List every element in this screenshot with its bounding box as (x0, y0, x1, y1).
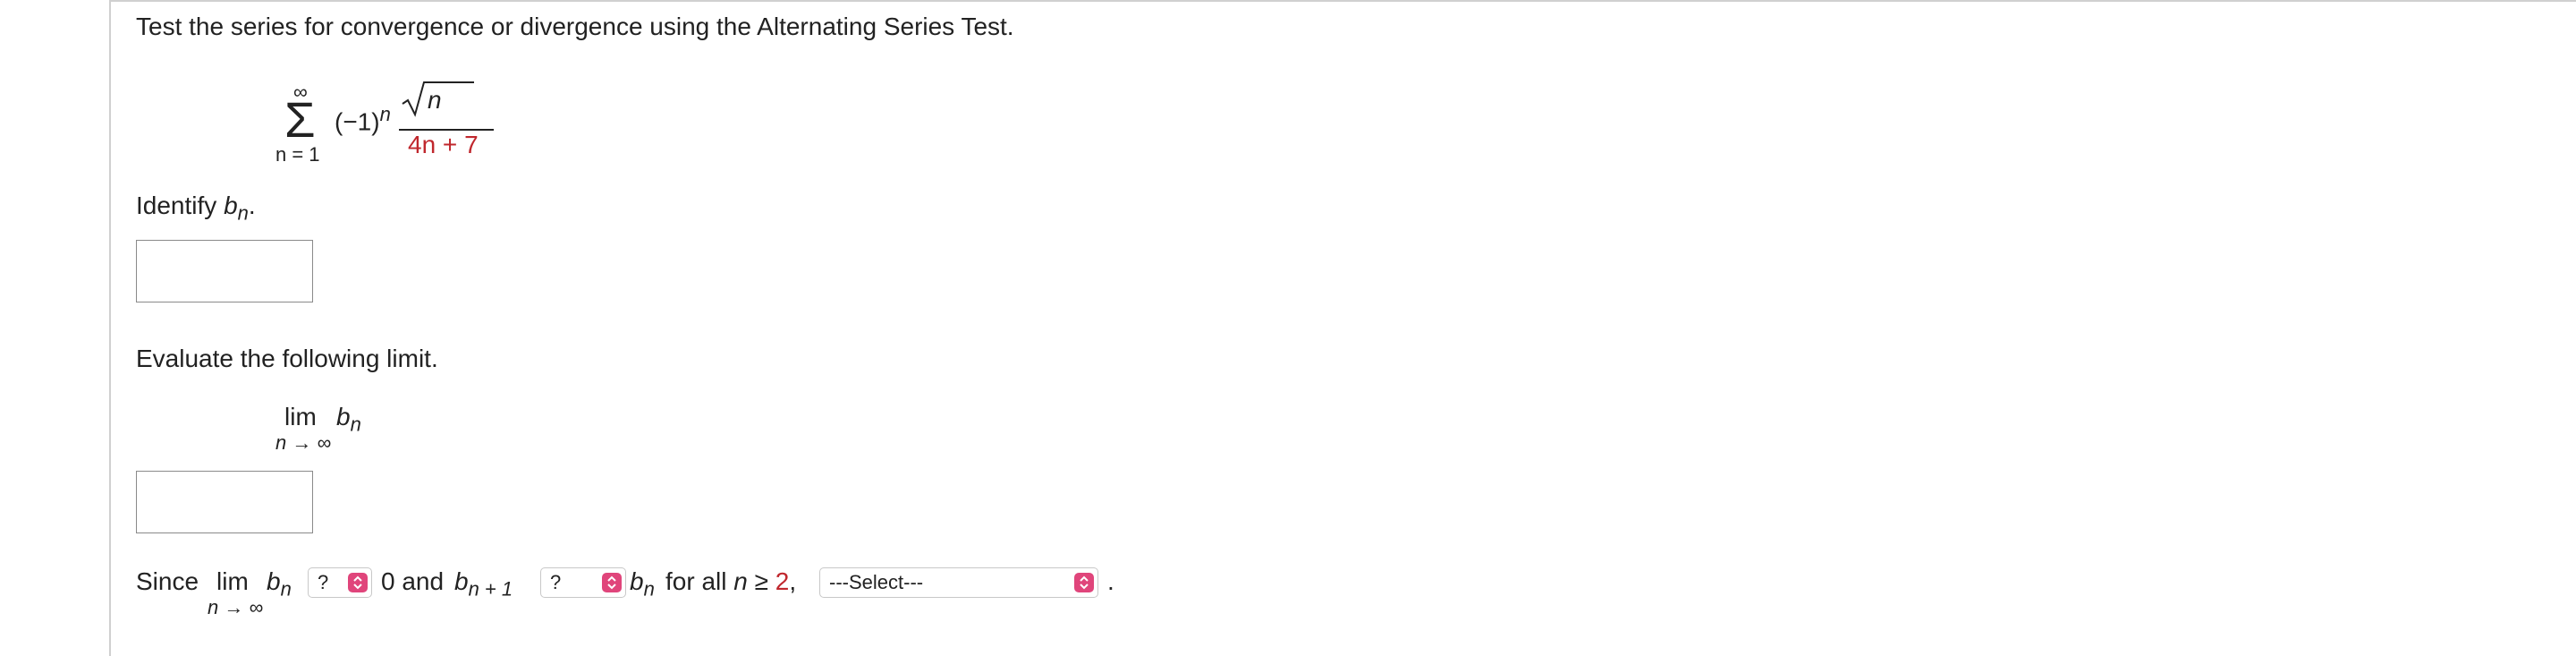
limit-subscript: n → ∞ (275, 431, 332, 454)
alternating-sign: (−1)n (335, 103, 391, 136)
limit-variable: bn (336, 403, 361, 436)
conclusion-select[interactable]: ---Select--- (819, 567, 1098, 598)
relation-select-1[interactable]: ? (308, 567, 372, 598)
sentence-period: . (1107, 567, 1114, 595)
chevron-updown-icon (602, 573, 622, 592)
denominator: 4n + 7 (408, 131, 479, 158)
since-bn: bn (267, 567, 292, 601)
numerator-variable: n (428, 86, 442, 114)
sigma-symbol: Σ (284, 91, 316, 148)
evaluate-prompt: Evaluate the following limit. (136, 345, 438, 372)
since-word: Since (136, 567, 199, 595)
zero-and-text: 0 and (381, 567, 445, 595)
b-n-right: bn (630, 567, 655, 601)
chevron-updown-icon (348, 573, 368, 592)
b-n-plus-1: bn + 1 (454, 567, 513, 601)
limit-word: lim (284, 403, 317, 430)
sum-lower-limit: n = 1 (275, 143, 320, 166)
limit-answer-input[interactable] (136, 471, 313, 533)
relation-select-2[interactable]: ? (540, 567, 626, 598)
for-all-condition: for all n ≥ 2, (665, 567, 797, 595)
since-limit-subscript: n → ∞ (208, 596, 264, 618)
question-panel (109, 0, 2576, 656)
chevron-updown-icon (1074, 573, 1094, 592)
question-prompt: Test the series for convergence or diver… (136, 13, 1014, 40)
since-limit-word: lim (216, 567, 249, 595)
identify-label: Identify bn. (136, 192, 256, 225)
bn-answer-input[interactable] (136, 240, 313, 302)
